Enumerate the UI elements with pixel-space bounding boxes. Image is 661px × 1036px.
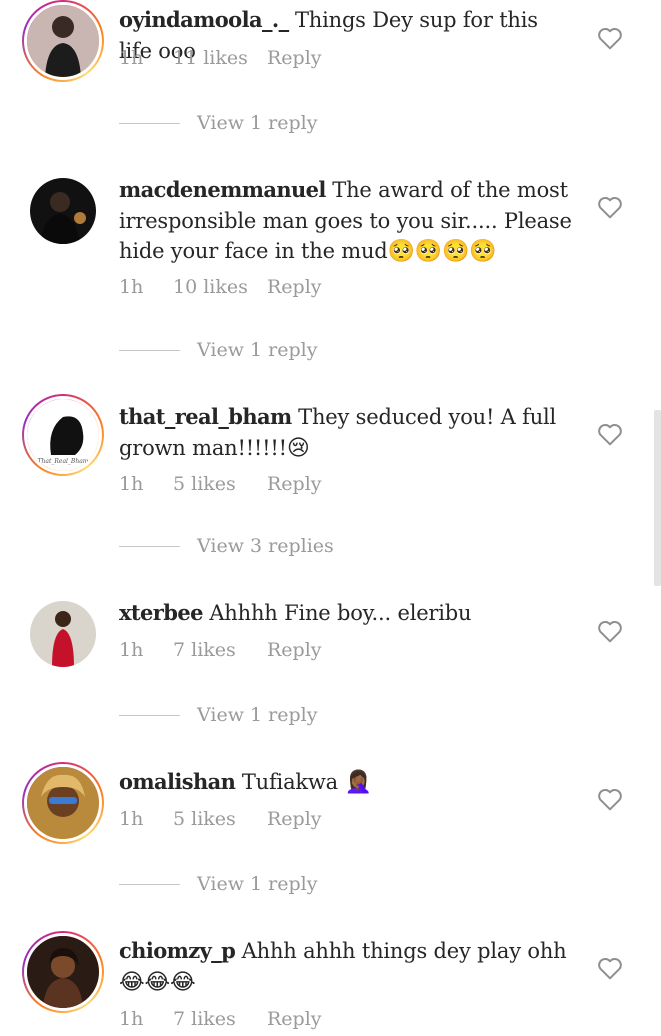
comment-body: Tufiakwa	[241, 770, 339, 794]
comment-likes[interactable]: 7 likes	[173, 1008, 267, 1030]
comment-text: that_real_bham They seduced you! A full …	[119, 402, 574, 464]
comment-body: Ahhhh Fine boy... eleribu	[209, 601, 472, 625]
comment-body: Ahhh ahhh things dey play ohh	[241, 939, 567, 963]
view-replies-label: View 1 reply	[197, 873, 318, 895]
avatar[interactable]	[22, 762, 104, 844]
comment-likes[interactable]: 10 likes	[173, 276, 267, 298]
comment-text: omalishan Tufiakwa 🤦🏾‍♀️	[119, 767, 574, 799]
scrollbar[interactable]	[654, 410, 661, 586]
comment-username[interactable]: oyindamoola_._	[119, 7, 289, 32]
avatar-image	[30, 178, 96, 244]
avatar[interactable]	[22, 931, 104, 1013]
view-replies-label: View 3 replies	[197, 535, 334, 557]
comment-username[interactable]: that_real_bham	[119, 404, 292, 429]
view-replies-label: View 1 reply	[197, 339, 318, 361]
heart-outline-icon[interactable]	[597, 26, 623, 50]
view-replies-button[interactable]: View 1 reply	[119, 704, 317, 726]
comment-meta: 1h 10 likes Reply	[119, 276, 322, 298]
heart-outline-icon[interactable]	[597, 619, 623, 643]
emoji: 🤦🏾‍♀️	[344, 770, 372, 795]
comment-username[interactable]: xterbee	[119, 600, 203, 625]
avatar[interactable]	[22, 593, 104, 675]
view-replies-button[interactable]: View 1 reply	[119, 873, 317, 895]
avatar-image	[24, 764, 102, 842]
comment-meta: 1h 5 likes Reply	[119, 473, 322, 495]
reply-button[interactable]: Reply	[267, 1008, 322, 1030]
divider-line	[119, 714, 180, 716]
avatar-caption: That_Real_Bham	[38, 458, 89, 465]
avatar[interactable]: That_Real_Bham	[22, 394, 104, 476]
view-replies-label: View 1 reply	[197, 704, 318, 726]
avatar-image	[24, 2, 102, 80]
comment-time: 1h	[119, 639, 144, 661]
divider-line	[119, 349, 180, 351]
divider-line	[119, 883, 180, 885]
emoji: 😢	[286, 435, 310, 461]
comment-time: 1h	[119, 276, 144, 298]
comment-likes[interactable]: 5 likes	[173, 808, 267, 830]
emoji: 😂😂😂	[119, 969, 196, 995]
comment-text: chiomzy_p Ahhh ahhh things dey play ohh 😂…	[119, 936, 574, 998]
comment-time: 1h	[119, 473, 144, 495]
reply-button[interactable]: Reply	[267, 808, 322, 830]
heart-outline-icon[interactable]	[597, 195, 623, 219]
avatar-image	[30, 601, 96, 667]
comment-text: macdenemmanuel The award of the most irr…	[119, 175, 574, 268]
avatar-image: That_Real_Bham	[24, 396, 102, 474]
avatar-image	[24, 933, 102, 1011]
reply-button[interactable]: Reply	[267, 639, 322, 661]
heart-outline-icon[interactable]	[597, 422, 623, 446]
view-replies-button[interactable]: View 1 reply	[119, 339, 317, 361]
reply-button[interactable]: Reply	[267, 276, 322, 298]
reply-button[interactable]: Reply	[267, 473, 322, 495]
heart-outline-icon[interactable]	[597, 956, 623, 980]
avatar[interactable]	[22, 170, 104, 252]
comment-username[interactable]: macdenemmanuel	[119, 177, 326, 202]
heart-outline-icon[interactable]	[597, 787, 623, 811]
comment-likes[interactable]: 5 likes	[173, 473, 267, 495]
comment-username[interactable]: chiomzy_p	[119, 938, 236, 963]
view-replies-button[interactable]: View 3 replies	[119, 535, 334, 557]
comment-time: 1h	[119, 47, 144, 69]
comment-time: 1h	[119, 1008, 144, 1030]
emoji: 🥺🥺🥺🥺	[387, 239, 497, 264]
comment-username[interactable]: omalishan	[119, 769, 236, 794]
view-replies-button[interactable]: View 1 reply	[119, 112, 317, 134]
comment-meta: 1h 5 likes Reply	[119, 808, 322, 830]
divider-line	[119, 122, 180, 124]
view-replies-label: View 1 reply	[197, 112, 318, 134]
comment-likes[interactable]: 11 likes	[173, 47, 267, 69]
comment-text: xterbee Ahhhh Fine boy... eleribu	[119, 598, 574, 629]
divider-line	[119, 545, 180, 547]
comment-meta: 1h 7 likes Reply	[119, 639, 322, 661]
reply-button[interactable]: Reply	[267, 47, 322, 69]
comment-meta: 1h 11 likes Reply	[119, 47, 322, 69]
comment-time: 1h	[119, 808, 144, 830]
avatar[interactable]	[22, 0, 104, 82]
comment-meta: 1h 7 likes Reply	[119, 1008, 322, 1030]
comment-likes[interactable]: 7 likes	[173, 639, 267, 661]
